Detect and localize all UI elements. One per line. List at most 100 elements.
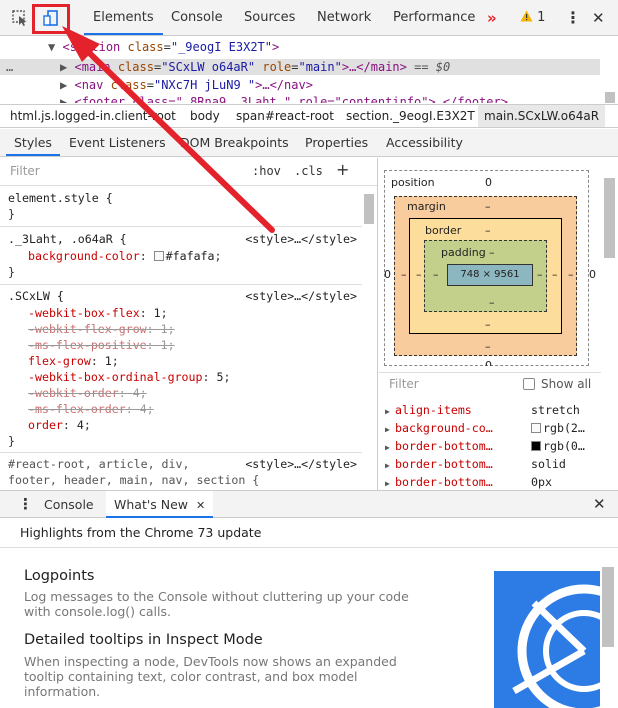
color-swatch[interactable]	[153, 251, 164, 261]
style-declaration[interactable]: -webkit-box-flex: 1;	[28, 305, 168, 321]
tab-styles[interactable]: Styles	[6, 129, 60, 156]
tree-node-footer[interactable]: ▶ <footer class="_8Rna9 _3Laht " role="c…	[60, 94, 508, 103]
device-toolbar-highlight	[32, 4, 70, 34]
style-declaration[interactable]: flex-grow: 1;	[28, 353, 119, 369]
rule-source-link[interactable]: <style>…</style>	[245, 288, 357, 304]
close-drawer-icon[interactable]: ✕	[593, 491, 606, 519]
drawer-tab-console[interactable]: Console	[44, 491, 94, 519]
feature-description: Log messages to the Console without clut…	[24, 589, 409, 619]
drawer-menu-icon[interactable]: ⋮	[18, 491, 33, 519]
margin-top-value[interactable]: –	[485, 200, 491, 213]
style-declaration-overridden[interactable]: -ms-flex-order: 4;	[28, 401, 154, 417]
feature-title: Logpoints	[24, 568, 95, 584]
rule-selector[interactable]: element.style {	[8, 190, 113, 206]
rule-selector[interactable]: ._3Laht, .o64aR {	[8, 231, 127, 247]
close-tab-icon[interactable]: ✕	[196, 499, 205, 512]
border-top-value[interactable]: –	[485, 224, 491, 237]
hov-toggle[interactable]: :hov	[252, 164, 281, 178]
computed-property[interactable]: ▶ border-bottom… solid	[385, 455, 595, 473]
show-all-checkbox[interactable]	[523, 378, 535, 390]
warning-count: 1	[537, 10, 546, 25]
computed-scrollbar[interactable]	[604, 178, 615, 258]
margin-left-value[interactable]: –	[401, 268, 407, 281]
padding-right-value[interactable]: –	[537, 268, 543, 281]
box-model-content[interactable]: 748 × 9561	[447, 264, 533, 286]
whats-new-scrollbar[interactable]	[602, 567, 614, 647]
rule-source-link[interactable]: <style>…</style>	[245, 231, 357, 247]
breadcrumb-section[interactable]: section._9eogI.E3X2T	[346, 105, 475, 127]
styles-filter-input[interactable]: Filter	[10, 164, 40, 178]
color-swatch[interactable]	[531, 441, 541, 451]
breadcrumb: html.js.logged-in.client-root body span#…	[0, 104, 618, 128]
padding-top-value[interactable]: –	[489, 246, 495, 259]
computed-property[interactable]: ▶ background-co… rgb(2…	[385, 419, 595, 437]
tab-accessibility[interactable]: Accessibility	[386, 129, 463, 157]
breadcrumb-html[interactable]: html.js.logged-in.client-root	[10, 105, 176, 127]
computed-filter-input[interactable]: Filter	[389, 377, 419, 391]
style-declaration-overridden[interactable]: -webkit-flex-grow: 1;	[28, 321, 175, 337]
style-declaration-overridden[interactable]: -ms-flex-positive: 1;	[28, 337, 175, 353]
tab-console[interactable]: Console	[171, 0, 223, 36]
margin-right-value[interactable]: –	[568, 268, 574, 281]
tree-scrollbar[interactable]	[605, 92, 615, 103]
inspect-element-icon[interactable]	[8, 6, 32, 30]
cls-toggle[interactable]: .cls	[294, 164, 323, 178]
position-left-value[interactable]: 0	[384, 268, 391, 281]
sidebar-tabs: Styles Event Listeners DOM Breakpoints P…	[0, 129, 618, 157]
computed-property[interactable]: ▶ border-bottom… 0px	[385, 473, 595, 490]
tab-performance[interactable]: Performance	[393, 0, 475, 36]
more-tabs-button[interactable]: »	[487, 0, 497, 36]
close-devtools-icon[interactable]: ✕	[592, 0, 605, 36]
border-bottom-value[interactable]: –	[485, 318, 491, 331]
tab-elements[interactable]: Elements	[84, 0, 163, 35]
whats-new-content: Logpoints Log messages to the Console wi…	[0, 549, 618, 708]
tree-node-section[interactable]: ▼ <section class="_9eogI E3X2T">	[48, 39, 279, 55]
breadcrumb-main[interactable]: main.SCxLW.o64aR	[478, 105, 606, 127]
margin-bottom-value[interactable]: –	[485, 340, 491, 353]
tab-properties[interactable]: Properties	[305, 129, 368, 157]
devtools-toolbar: Elements Console Sources Network Perform…	[0, 0, 618, 36]
style-declaration[interactable]: background-color: #fafafa;	[28, 248, 222, 264]
computed-property[interactable]: ▶ align-items stretch	[385, 401, 595, 419]
style-declaration[interactable]: -webkit-box-ordinal-group: 5;	[28, 369, 230, 385]
drawer-tab-whats-new-label: What's New	[114, 497, 189, 512]
expand-triangle-icon[interactable]: ▶	[385, 475, 395, 490]
tab-sources[interactable]: Sources	[244, 0, 295, 36]
rule-selector-continued[interactable]: footer, header, main, nav, section {	[8, 472, 259, 488]
new-rule-button[interactable]: +	[336, 160, 349, 179]
border-right-value[interactable]: –	[552, 268, 558, 281]
tree-node-main[interactable]: … ▶ <main class="SCxLW o64aR" role="main…	[0, 59, 600, 75]
warning-icon	[520, 10, 533, 22]
border-left-value[interactable]: –	[416, 268, 422, 281]
tab-event-listeners[interactable]: Event Listeners	[69, 129, 166, 157]
feature-title: Detailed tooltips in Inspect Mode	[24, 632, 263, 648]
drawer-tab-whats-new[interactable]: What's New ✕	[106, 491, 214, 518]
warning-counter[interactable]: 1	[520, 0, 545, 36]
tab-dom-breakpoints[interactable]: DOM Breakpoints	[180, 129, 289, 157]
feature-description: When inspecting a node, DevTools now sho…	[24, 654, 397, 699]
rule-close: }	[8, 265, 15, 279]
rule-divider	[0, 284, 362, 285]
breadcrumb-span[interactable]: span#react-root	[236, 105, 334, 127]
tree-node-nav[interactable]: ▶ <nav class="NXc7H jLuN9 ">…</nav>	[60, 77, 313, 93]
computed-property[interactable]: ▶ border-bottom… rgb(0…	[385, 437, 595, 455]
rule-selector[interactable]: .SCxLW {	[8, 288, 64, 304]
style-declaration-overridden[interactable]: -webkit-order: 4;	[28, 385, 147, 401]
rule-selector[interactable]: #react-root, article, div,	[8, 456, 189, 472]
rule-close: }	[8, 207, 15, 221]
chrome-devtools-logo	[494, 571, 600, 708]
color-swatch[interactable]	[531, 423, 541, 433]
position-right-value[interactable]: 0	[589, 268, 596, 281]
position-bottom-value[interactable]: 0	[485, 360, 492, 366]
rule-source-link[interactable]: <style>…</style>	[245, 456, 357, 472]
padding-bottom-value[interactable]: –	[489, 296, 495, 309]
box-model-position-value[interactable]: 0	[485, 176, 492, 189]
breadcrumb-body[interactable]: body	[190, 105, 220, 127]
customize-menu-icon[interactable]: ⋮	[565, 0, 581, 36]
padding-left-value[interactable]: –	[433, 268, 439, 281]
rule-close: }	[8, 434, 15, 448]
box-model-padding-label: padding	[441, 246, 486, 259]
tab-network[interactable]: Network	[317, 0, 371, 36]
style-declaration[interactable]: order: 4;	[28, 417, 91, 433]
styles-scrollbar[interactable]	[364, 194, 374, 224]
